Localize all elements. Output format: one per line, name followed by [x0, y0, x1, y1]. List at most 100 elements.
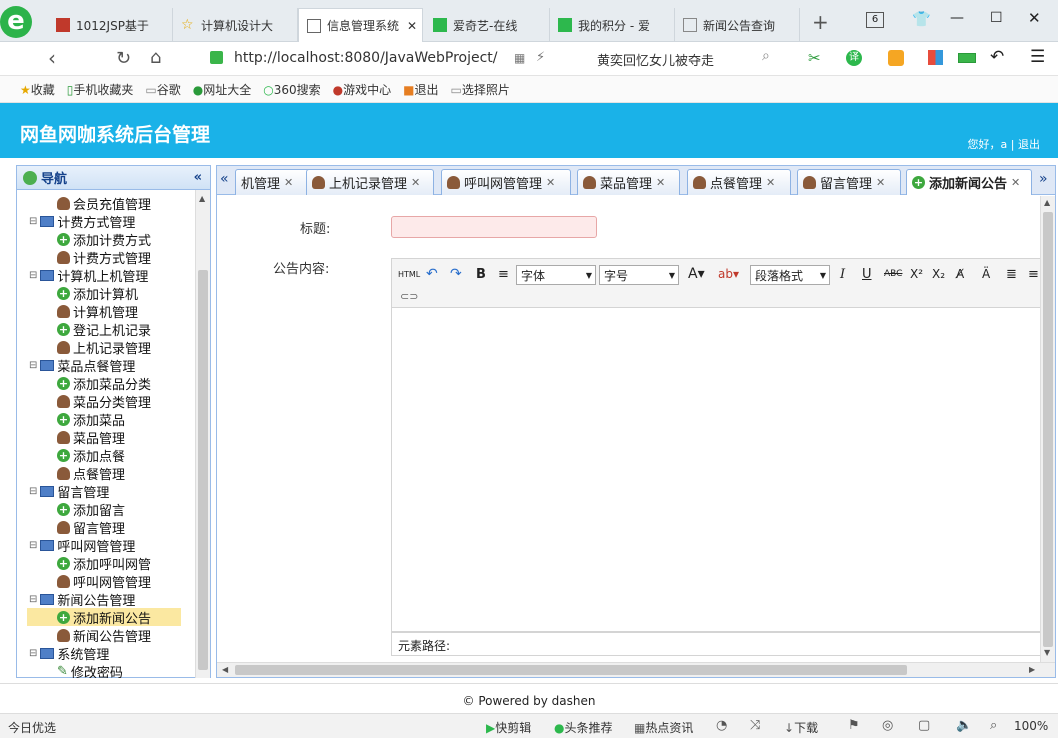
nav-tree-item[interactable]: 会员充值管理 — [57, 194, 151, 213]
flag-icon[interactable]: ⚑ — [848, 718, 860, 733]
status-item[interactable]: ▶快剪辑 — [486, 719, 531, 736]
html-source-button[interactable]: HTML — [398, 265, 420, 283]
close-icon[interactable]: ✕ — [656, 176, 665, 189]
nav-tree-item[interactable]: ⊟ 呼叫网管管理 — [29, 536, 135, 555]
tree-toggle-icon[interactable]: ⊟ — [29, 648, 37, 659]
clear-format-icon[interactable]: A̸ — [956, 265, 964, 283]
browser-tab-5[interactable]: 我的积分 - 爱 — [550, 8, 675, 42]
bookmark-item[interactable]: ★收藏 — [20, 81, 55, 98]
format-icon[interactable]: Ä — [982, 265, 990, 283]
tree-toggle-icon[interactable]: ⊟ — [29, 486, 37, 497]
shield-icon[interactable] — [888, 50, 904, 66]
nav-tree-item[interactable]: ⊟ 计算机上机管理 — [29, 266, 148, 285]
bookmark-item[interactable]: ■退出 — [403, 81, 438, 98]
browser-icon[interactable]: ◎ — [882, 718, 893, 733]
nav-tree-item[interactable]: ✎ 修改密码 — [57, 662, 123, 679]
bookmark-item[interactable]: ○360搜索 — [263, 81, 320, 98]
nav-tree-item[interactable]: ⊟ 系统管理 — [29, 644, 109, 663]
bold-icon[interactable]: B — [476, 265, 486, 283]
translate-icon[interactable]: 译 — [846, 50, 862, 66]
shuffle-icon[interactable]: ⤨ — [750, 718, 760, 733]
nav-tree-item[interactable]: + 添加计费方式 — [57, 230, 151, 249]
page-tab[interactable]: 呼叫网管管理 ✕ — [441, 169, 571, 195]
status-item[interactable]: ↓下载 — [784, 719, 818, 736]
home-button[interactable]: ⌂ — [150, 47, 161, 68]
collapse-icon[interactable]: « — [194, 170, 202, 185]
close-icon[interactable]: ✕ — [407, 19, 417, 33]
superscript-icon[interactable]: X² — [910, 265, 923, 283]
main-horizontal-scrollbar[interactable]: ◀ ▶ — [217, 662, 1055, 677]
font-select[interactable]: 字体 ▼ — [516, 265, 596, 285]
font-size-select[interactable]: 字号 ▼ — [599, 265, 679, 285]
editor-content-area[interactable] — [391, 308, 1041, 632]
paragraph-select[interactable]: 段落格式 ▼ — [750, 265, 830, 285]
nav-tree-item[interactable]: 点餐管理 — [57, 464, 125, 483]
redo-icon[interactable]: ↷ — [450, 265, 462, 283]
nav-tree-item[interactable]: + 添加留言 — [57, 500, 125, 519]
highlight-icon[interactable]: ab▾ — [718, 265, 739, 283]
main-vertical-scrollbar[interactable]: ▲ ▼ — [1040, 196, 1055, 662]
tree-toggle-icon[interactable]: ⊟ — [29, 360, 37, 371]
nav-tree-item[interactable]: + 添加菜品 — [57, 410, 125, 429]
nav-tree-item[interactable]: 上机记录管理 — [57, 338, 151, 357]
tab-scroll-left[interactable]: « — [220, 171, 229, 187]
undo-icon[interactable]: ↶ — [990, 47, 1004, 67]
apps-icon[interactable] — [928, 50, 943, 65]
nav-tree-item[interactable]: 计费方式管理 — [57, 248, 151, 267]
bookmark-item[interactable]: ▭选择照片 — [451, 81, 510, 98]
status-item[interactable]: ▦热点资讯 — [634, 719, 693, 736]
underline-icon[interactable]: U — [862, 265, 872, 283]
tab-count-badge[interactable]: 6 — [866, 12, 884, 28]
format-brush-icon[interactable]: ≡ — [498, 265, 509, 283]
skin-icon[interactable]: 👕 — [912, 10, 931, 28]
battery-icon[interactable] — [958, 53, 976, 63]
nav-tree-item[interactable]: + 添加新闻公告 — [27, 608, 181, 627]
browser-tab-3[interactable]: 信息管理系统 ✕ — [298, 8, 423, 42]
tab-scroll-right[interactable]: » — [1039, 171, 1048, 187]
nav-scrollbar[interactable]: ▲ — [195, 190, 210, 678]
page-tab[interactable]: 上机记录管理 ✕ — [306, 169, 434, 195]
qr-icon[interactable]: ▦ — [514, 51, 525, 65]
page-tab-active[interactable]: + 添加新闻公告 ✕ — [906, 169, 1032, 195]
nav-tree-item[interactable]: ⊟ 计费方式管理 — [29, 212, 135, 231]
search-input[interactable]: 黄奕回忆女儿被夺走 — [597, 50, 714, 69]
nav-tree-item[interactable]: + 添加点餐 — [57, 446, 125, 465]
close-icon[interactable]: ✕ — [876, 176, 885, 189]
tree-toggle-icon[interactable]: ⊟ — [29, 216, 37, 227]
nav-tree-item[interactable]: ⊟ 新闻公告管理 — [29, 590, 135, 609]
scissors-icon[interactable]: ✂ — [808, 49, 821, 67]
bookmark-item[interactable]: ▯手机收藏夹 — [67, 81, 134, 98]
speed-icon[interactable]: ◔ — [716, 718, 727, 733]
search-icon[interactable]: ⌕ — [762, 48, 770, 64]
new-tab-button[interactable]: + — [812, 10, 829, 34]
maximize-button[interactable]: ☐ — [990, 10, 1003, 26]
menu-icon[interactable]: ☰ — [1030, 47, 1045, 67]
close-icon[interactable]: ✕ — [284, 176, 293, 189]
link-icon[interactable]: ⊂⊃ — [400, 287, 418, 305]
zoom-level[interactable]: 100% — [1014, 719, 1048, 733]
browser-tab-4[interactable]: 爱奇艺-在线 — [425, 8, 550, 42]
close-icon[interactable]: ✕ — [766, 176, 775, 189]
bookmark-item[interactable]: ▭谷歌 — [145, 81, 180, 98]
minimize-button[interactable]: — — [950, 10, 964, 26]
nav-tree-item[interactable]: 计算机管理 — [57, 302, 138, 321]
align-left-icon[interactable]: ≣ — [1006, 265, 1017, 283]
page-tab[interactable]: 菜品管理 ✕ — [577, 169, 680, 195]
browser-tab-1[interactable]: 1012JSP基于 — [48, 8, 173, 42]
undo-icon[interactable]: ↶ — [426, 265, 438, 283]
close-icon[interactable]: ✕ — [411, 176, 420, 189]
back-button[interactable]: ‹ — [48, 46, 56, 70]
nav-tree-item[interactable]: + 添加菜品分类 — [57, 374, 151, 393]
nav-tree-item[interactable]: 新闻公告管理 — [57, 626, 151, 645]
logout-link[interactable]: 退出 — [1018, 138, 1040, 151]
browser-tab-2[interactable]: ☆ 计算机设计大 — [173, 8, 298, 42]
browser-tab-6[interactable]: 新闻公告查询 — [675, 8, 800, 42]
close-icon[interactable]: ✕ — [546, 176, 555, 189]
tree-toggle-icon[interactable]: ⊟ — [29, 594, 37, 605]
page-tab[interactable]: 留言管理 ✕ — [797, 169, 901, 195]
window-icon[interactable]: ▢ — [918, 718, 930, 733]
strikethrough-icon[interactable]: ABC — [884, 265, 902, 283]
font-color-icon[interactable]: A▾ — [688, 265, 705, 283]
page-tab[interactable]: 机管理 ✕ — [235, 169, 315, 195]
nav-tree-item[interactable]: ⊟ 留言管理 — [29, 482, 109, 501]
